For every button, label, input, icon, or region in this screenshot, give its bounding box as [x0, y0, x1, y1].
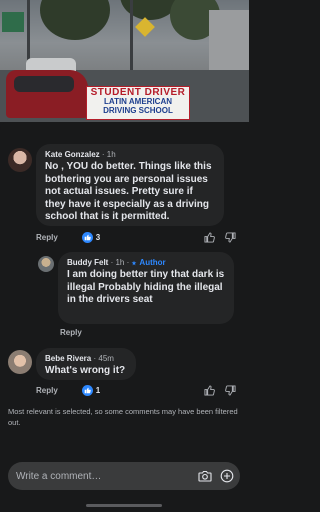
home-indicator[interactable] [86, 504, 162, 507]
photo-car-window [14, 76, 74, 92]
comment-time: · 45m [93, 354, 114, 363]
comment-bubble[interactable]: Bebe Rivera · 45m What's wrong it? [36, 348, 136, 380]
like-icon [81, 385, 93, 396]
reaction-summary[interactable]: 3 [81, 232, 101, 243]
photo-building [209, 10, 249, 72]
avatar[interactable] [8, 148, 32, 172]
reply-button[interactable]: Reply [36, 386, 58, 395]
like-icon [81, 232, 93, 243]
filter-notice: Most relevant is selected, so some comme… [8, 407, 238, 427]
comment-bubble[interactable]: Kate Gonzalez · 1h No , YOU do better. T… [36, 144, 224, 226]
emoji-add-icon[interactable] [220, 469, 234, 483]
reaction-count: 1 [95, 386, 101, 395]
photo-pole [130, 0, 133, 70]
comment-text: What's wrong it? [45, 365, 126, 376]
author-badge: Author [131, 258, 166, 267]
downvote-icon[interactable] [225, 232, 236, 243]
comment-text: I am doing better tiny that dark is ille… [67, 269, 225, 305]
reaction-count: 3 [95, 233, 101, 242]
upvote-icon[interactable] [204, 232, 215, 243]
downvote-icon[interactable] [225, 385, 236, 396]
comment-actions: Reply 3 [36, 232, 100, 243]
comment-input[interactable]: Write a comment… [16, 471, 198, 482]
banner-line: DRIVING SCHOOL [103, 106, 173, 115]
comment-composer[interactable]: Write a comment… [8, 462, 240, 490]
banner-line: LATIN AMERICAN [104, 97, 172, 106]
comment-author-line: Bebe Rivera · 45m [45, 354, 127, 363]
upvote-icon[interactable] [204, 385, 215, 396]
student-driver-banner: STUDENT DRIVER LATIN AMERICAN DRIVING SC… [86, 86, 190, 120]
banner-line: STUDENT DRIVER [90, 87, 186, 98]
reply-button[interactable]: Reply [60, 328, 82, 337]
comment-author-line: Kate Gonzalez · 1h [45, 150, 215, 159]
camera-icon[interactable] [198, 470, 212, 482]
comment-bubble[interactable]: Buddy Felt · 1h · Author I am doing bett… [58, 252, 234, 324]
vote-controls [204, 232, 236, 243]
photo-warning-sign [135, 17, 155, 37]
comment-author[interactable]: Kate Gonzalez [45, 150, 100, 159]
vote-controls [204, 385, 236, 396]
post-photo[interactable]: STUDENT DRIVER LATIN AMERICAN DRIVING SC… [0, 0, 249, 122]
composer-icons [198, 469, 234, 483]
photo-tree [40, 0, 110, 40]
reaction-summary[interactable]: 1 [81, 385, 101, 396]
avatar[interactable] [38, 256, 54, 272]
comment-author-line: Buddy Felt · 1h · Author [67, 258, 225, 267]
comment-actions: Reply 1 [36, 385, 100, 396]
photo-street-sign [2, 12, 24, 32]
comment-author[interactable]: Bebe Rivera [45, 354, 91, 363]
comment-time: · 1h [101, 150, 116, 159]
author-label: Author [139, 258, 166, 267]
author-badge-icon [132, 260, 137, 266]
avatar[interactable] [8, 350, 32, 374]
comments-panel: Kate Gonzalez · 1h No , YOU do better. T… [0, 122, 249, 512]
comment-time: · 1h · [110, 258, 130, 267]
comment-author[interactable]: Buddy Felt [67, 258, 108, 267]
reply-button[interactable]: Reply [36, 233, 58, 242]
comment-actions: Reply [60, 328, 106, 337]
comment-text: No , YOU do better. Things like this bot… [45, 161, 212, 222]
